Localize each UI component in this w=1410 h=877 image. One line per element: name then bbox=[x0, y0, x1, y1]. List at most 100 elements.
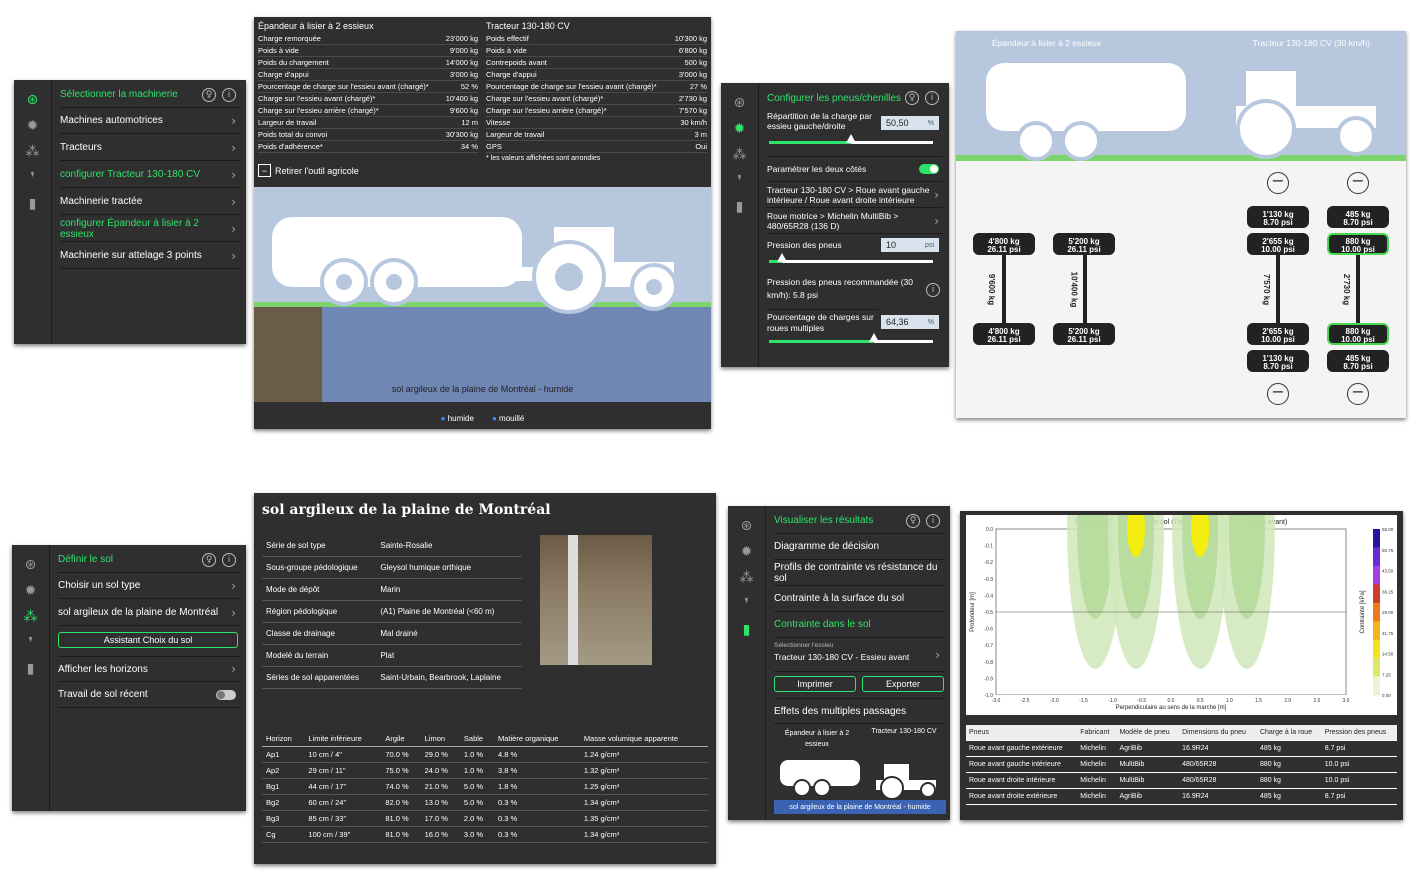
bar-chart-icon[interactable]: ▮ bbox=[729, 197, 751, 217]
info-icon[interactable]: i bbox=[926, 283, 940, 297]
print-button[interactable]: Imprimer bbox=[774, 676, 856, 692]
menu-item-profiles[interactable]: Profils de contrainte vs résistance du s… bbox=[774, 560, 944, 586]
bar-chart-icon[interactable]: ▮ bbox=[22, 194, 44, 214]
y-tick-label: -0.3 bbox=[984, 577, 993, 583]
menu-item-configure-tractor[interactable]: configurer Tracteur 130-180 CV › bbox=[60, 162, 240, 188]
tyre-badge[interactable]: 485 kg 8.70 psi bbox=[1327, 350, 1389, 372]
menu-item-multi-pass[interactable]: Effets des multiples passages bbox=[774, 698, 944, 724]
tyre-badge[interactable]: 5'200 kg 26.11 psi bbox=[1053, 233, 1115, 255]
tyre-badge[interactable]: 1'130 kg 8.70 psi bbox=[1247, 206, 1309, 228]
slider-thumb[interactable] bbox=[777, 253, 788, 262]
load-split-slider[interactable] bbox=[769, 134, 933, 144]
table-cell: Saint-Urbain, Bearbrook, Laplaine bbox=[376, 666, 522, 689]
info-icon[interactable]: i bbox=[222, 87, 236, 102]
legend-wet[interactable]: ● mouillé bbox=[492, 414, 524, 423]
axle-select[interactable]: Sélectionner l'essieu Tracteur 130-180 C… bbox=[774, 638, 944, 672]
menu-item-self-propelled[interactable]: Machines automotrices › bbox=[60, 108, 240, 134]
table-cell: 10 cm / 4" bbox=[304, 746, 382, 763]
steering-wheel-icon[interactable]: ⊛ bbox=[729, 93, 751, 113]
bar-chart-icon[interactable]: ▮ bbox=[20, 659, 42, 679]
water-drops-icon[interactable]: ❜ bbox=[20, 633, 42, 653]
soil-icon[interactable]: ⁂ bbox=[729, 145, 751, 165]
table-cell: 85 cm / 33" bbox=[304, 810, 382, 827]
lightbulb-icon[interactable]: ♀ bbox=[905, 91, 919, 105]
lightbulb-icon[interactable]: ♀ bbox=[202, 87, 216, 102]
soil-icon[interactable]: ⁂ bbox=[20, 607, 42, 627]
menu-item-surface-stress[interactable]: Contrainte à la surface du sol bbox=[774, 586, 944, 612]
tyre-pressure: 26.11 psi bbox=[987, 245, 1021, 254]
water-drops-icon[interactable]: ❜ bbox=[22, 168, 44, 188]
pressure-slider[interactable] bbox=[769, 253, 933, 263]
water-drops-icon[interactable]: ❜ bbox=[729, 171, 751, 191]
water-drops-icon[interactable]: ❜ bbox=[736, 594, 758, 614]
tyre-badge[interactable]: 2'655 kg 10.00 psi bbox=[1247, 233, 1309, 255]
table-row: Charge remorquée 23'000 kg bbox=[258, 33, 478, 45]
remove-wheel-button[interactable]: − bbox=[1347, 383, 1369, 405]
table-row: Contrepoids avant 500 kg bbox=[486, 56, 707, 69]
info-icon[interactable]: i bbox=[925, 91, 939, 105]
lightbulb-icon[interactable]: ♀ bbox=[906, 513, 920, 528]
menu-item-choose-soil[interactable]: Choisir un sol type › bbox=[58, 573, 240, 599]
tyre-icon[interactable]: ✹ bbox=[729, 119, 751, 139]
pressure-input[interactable]: 10 psi bbox=[881, 238, 939, 252]
menu-item-three-point[interactable]: Machinerie sur attelage 3 points › bbox=[60, 243, 240, 269]
both-sides-toggle[interactable] bbox=[919, 164, 939, 174]
table-cell: 3'000 kg bbox=[442, 68, 478, 81]
tyre-select[interactable]: Roue motrice > Michelin MultiBib > 480/6… bbox=[767, 208, 943, 234]
colorbar-segment bbox=[1373, 529, 1380, 548]
slider-thumb[interactable] bbox=[846, 134, 856, 143]
info-icon[interactable]: i bbox=[222, 552, 236, 567]
y-tick-label: 0.0 bbox=[986, 527, 993, 533]
tyre-badge-selected[interactable]: 880 kg 10.00 psi bbox=[1327, 323, 1389, 345]
lightbulb-icon[interactable]: ♀ bbox=[202, 552, 216, 567]
menu-item-soil-stress[interactable]: Contrainte dans le sol bbox=[774, 612, 944, 638]
soil-icon[interactable]: ⁂ bbox=[736, 568, 758, 588]
multi-load-input[interactable]: 64,36% bbox=[881, 315, 939, 329]
tyre-badge[interactable]: 4'800 kg 26.11 psi bbox=[973, 233, 1035, 255]
table-cell: 1.32 g/cm³ bbox=[579, 762, 708, 779]
steering-wheel-icon[interactable]: ⊛ bbox=[22, 90, 44, 110]
bar-chart-icon[interactable]: ▮ bbox=[736, 620, 758, 640]
remove-wheel-button[interactable]: − bbox=[1347, 172, 1369, 194]
tyre-icon[interactable]: ✹ bbox=[736, 542, 758, 562]
legend-humid[interactable]: ● humide bbox=[441, 414, 474, 423]
menu-item-configure-spreader[interactable]: configurer Épandeur à lisier à 2 essieux… bbox=[60, 216, 240, 242]
remove-tool-button[interactable]: − Retirer l'outil agricole bbox=[258, 164, 359, 177]
tyre-badge[interactable]: 1'130 kg 8.70 psi bbox=[1247, 350, 1309, 372]
tyre-icon[interactable]: ✹ bbox=[20, 581, 42, 601]
wheel-select[interactable]: Tracteur 130-180 CV > Roue avant gauche … bbox=[767, 182, 943, 208]
recommended-pressure: Pression des pneus recommandée (30 km/h)… bbox=[767, 277, 913, 300]
mini-soil-bar: sol argileux de la plaine de Montréal - … bbox=[774, 800, 946, 814]
info-icon[interactable]: i bbox=[926, 513, 940, 528]
export-button[interactable]: Exporter bbox=[862, 676, 944, 692]
tyre-badge[interactable]: 2'655 kg 10.00 psi bbox=[1247, 323, 1309, 345]
load-split-input[interactable]: 50,50% bbox=[881, 116, 939, 130]
menu-item-towed[interactable]: Machinerie tractée › bbox=[60, 189, 240, 215]
tyre-badge-selected[interactable]: 880 kg 10.00 psi bbox=[1327, 233, 1389, 255]
tyre-icon[interactable]: ✹ bbox=[22, 116, 44, 136]
table-cell: Charge d'appui bbox=[258, 68, 443, 81]
soil-icon[interactable]: ⁂ bbox=[22, 142, 44, 162]
multi-load-slider[interactable] bbox=[769, 333, 933, 343]
steering-wheel-icon[interactable]: ⊛ bbox=[736, 516, 758, 536]
menu-header-label: Sélectionner la machinerie bbox=[60, 89, 178, 100]
menu-item-tractors[interactable]: Tracteurs › bbox=[60, 135, 240, 161]
soil-assistant-button[interactable]: Assistant Choix du sol bbox=[58, 632, 238, 648]
recent-tillage-toggle[interactable] bbox=[216, 689, 236, 700]
x-tick-label: 2.5 bbox=[1313, 698, 1320, 704]
remove-wheel-button[interactable]: − bbox=[1267, 383, 1289, 405]
menu-item-selected-soil[interactable]: sol argileux de la plaine de Montréal › bbox=[58, 600, 240, 626]
steering-wheel-icon[interactable]: ⊛ bbox=[20, 555, 42, 575]
table-cell: 5.0 % bbox=[459, 794, 494, 811]
tyre-badge[interactable]: 4'800 kg 26.11 psi bbox=[973, 323, 1035, 345]
slider-thumb[interactable] bbox=[868, 333, 879, 342]
colorbar-tick-label: 50.75 bbox=[1382, 548, 1394, 553]
tyre-badge[interactable]: 5'200 kg 26.11 psi bbox=[1053, 323, 1115, 345]
y-tick-label: -0.1 bbox=[984, 544, 993, 550]
multi-load-unit: % bbox=[927, 318, 934, 326]
menu-item-horizons[interactable]: Afficher les horizons › bbox=[58, 656, 240, 682]
table-cell: 0.3 % bbox=[494, 826, 580, 843]
remove-wheel-button[interactable]: − bbox=[1267, 172, 1289, 194]
tyre-badge[interactable]: 485 kg 8.70 psi bbox=[1327, 206, 1389, 228]
menu-item-decision[interactable]: Diagramme de décision bbox=[774, 534, 944, 560]
